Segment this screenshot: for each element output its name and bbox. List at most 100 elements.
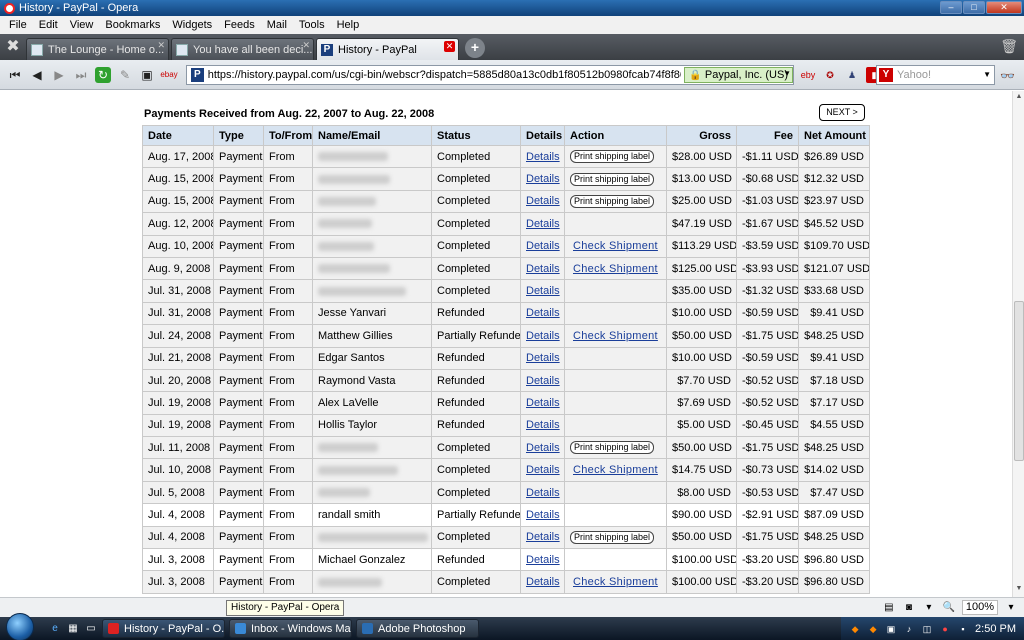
taskbar-item-photoshop[interactable]: Adobe Photoshop — [356, 619, 479, 638]
check-shipment-link[interactable]: Check Shipment — [573, 263, 658, 275]
menu-feeds[interactable]: Feeds — [218, 19, 261, 31]
col-net-amount[interactable]: Net Amount — [798, 125, 870, 146]
close-tab-icon[interactable]: ✕ — [157, 40, 165, 51]
col-tofrom[interactable]: To/From — [263, 125, 313, 146]
menu-edit[interactable]: Edit — [33, 19, 64, 31]
maximize-button[interactable]: □ — [963, 1, 985, 14]
col-name-email[interactable]: Name/Email — [312, 125, 432, 146]
scroll-down-icon[interactable]: ▼ — [1014, 585, 1024, 595]
panel-icon[interactable]: ▤ — [882, 601, 896, 615]
volume-icon[interactable]: ♪ — [903, 623, 915, 635]
tab-paypal-history[interactable]: P History - PayPal ✕ — [316, 38, 459, 60]
details-link[interactable]: Details — [526, 487, 560, 499]
check-shipment-link[interactable]: Check Shipment — [573, 330, 658, 342]
tools-icon[interactable]: ✖ — [0, 34, 26, 60]
details-link[interactable]: Details — [526, 531, 560, 543]
details-link[interactable]: Details — [526, 240, 560, 252]
scrollbar-thumb[interactable] — [1014, 301, 1024, 461]
details-link[interactable]: Details — [526, 285, 560, 297]
details-link[interactable]: Details — [526, 509, 560, 521]
chevron-down-icon[interactable]: ▼ — [983, 70, 991, 79]
details-link[interactable]: Details — [526, 397, 560, 409]
details-link[interactable]: Details — [526, 195, 560, 207]
minimize-button[interactable]: ‒ — [940, 1, 962, 14]
menu-widgets[interactable]: Widgets — [166, 19, 218, 31]
start-button[interactable] — [0, 613, 36, 640]
details-link[interactable]: Details — [526, 218, 560, 230]
chevron-down-icon[interactable]: ▼ — [783, 69, 791, 78]
network-icon[interactable]: ▣ — [885, 623, 897, 635]
close-button[interactable]: ✕ — [986, 1, 1022, 14]
details-link[interactable]: Details — [526, 151, 560, 163]
clock[interactable]: 2:50 PM — [975, 623, 1016, 635]
details-link[interactable]: Details — [526, 419, 560, 431]
tab-lounge[interactable]: The Lounge - Home o... ✕ — [26, 38, 169, 60]
tray-app-icon[interactable]: ▪ — [957, 623, 969, 635]
reload-icon[interactable]: ↻ — [95, 66, 111, 83]
url-text[interactable]: https://history.paypal.com/us/cgi-bin/we… — [208, 69, 682, 81]
chevron-down-icon[interactable]: ▾ — [1004, 601, 1018, 615]
safety-icon[interactable]: ● — [939, 623, 951, 635]
check-shipment-link[interactable]: Check Shipment — [573, 464, 658, 476]
rewind-icon[interactable]: ⏮ — [4, 65, 26, 85]
menu-file[interactable]: File — [3, 19, 33, 31]
col-gross[interactable]: Gross — [666, 125, 737, 146]
check-shipment-link[interactable]: Check Shipment — [573, 576, 658, 588]
details-link[interactable]: Details — [526, 554, 560, 566]
ebay-icon[interactable]: eby — [800, 67, 816, 83]
details-link[interactable]: Details — [526, 173, 560, 185]
taskbar-item-opera[interactable]: History - PayPal - O... — [102, 619, 225, 638]
print-shipping-label-button[interactable]: Print shipping label — [570, 194, 655, 208]
print-shipping-label-button[interactable]: Print shipping label — [570, 172, 655, 186]
menu-help[interactable]: Help — [331, 19, 366, 31]
col-fee[interactable]: Fee — [736, 125, 799, 146]
close-tab-icon[interactable]: ✕ — [444, 41, 455, 52]
close-tab-icon[interactable]: ✕ — [302, 40, 310, 51]
scroll-up-icon[interactable]: ▲ — [1014, 93, 1024, 103]
menu-view[interactable]: View — [64, 19, 100, 31]
tray-app-icon[interactable]: ◆ — [867, 623, 879, 635]
fast-forward-icon[interactable]: ⏭ — [70, 65, 92, 85]
tray-app-icon[interactable]: ◆ — [849, 623, 861, 635]
network-icon[interactable]: ◫ — [921, 623, 933, 635]
details-link[interactable]: Details — [526, 464, 560, 476]
search-input[interactable]: Y Yahoo! ▼ — [876, 65, 995, 85]
security-badge[interactable]: 🔒 Paypal, Inc. (US) — [684, 67, 793, 83]
tab-forum-thread[interactable]: You have all been deci... ✕ — [171, 38, 314, 60]
taskbar-item-windows-mail[interactable]: Inbox - Windows Mail — [229, 619, 352, 638]
menu-mail[interactable]: Mail — [261, 19, 293, 31]
details-link[interactable]: Details — [526, 330, 560, 342]
details-link[interactable]: Details — [526, 375, 560, 387]
trash-icon[interactable]: 🗑 — [1000, 38, 1018, 55]
back-icon[interactable]: ◀ — [26, 65, 48, 85]
zoom-level[interactable]: 100% — [961, 600, 998, 615]
details-link[interactable]: Details — [526, 263, 560, 275]
new-tab-button[interactable]: + — [465, 38, 485, 58]
check-shipment-link[interactable]: Check Shipment — [573, 240, 658, 252]
col-status[interactable]: Status — [431, 125, 521, 146]
chevron-down-icon[interactable]: ▾ — [922, 601, 936, 615]
details-link[interactable]: Details — [526, 576, 560, 588]
bookmark-icon[interactable]: ✪ — [822, 67, 838, 83]
address-field[interactable]: P https://history.paypal.com/us/cgi-bin/… — [186, 65, 794, 85]
show-desktop-icon[interactable]: ▭ — [84, 622, 98, 636]
ebay-icon[interactable]: ebay — [158, 65, 180, 85]
col-date[interactable]: Date — [142, 125, 214, 146]
menu-bookmarks[interactable]: Bookmarks — [99, 19, 166, 31]
ie-icon[interactable]: e — [48, 622, 62, 636]
details-link[interactable]: Details — [526, 442, 560, 454]
next-page-button[interactable]: NEXT > — [819, 104, 865, 121]
camera-icon[interactable]: ◙ — [902, 601, 916, 615]
print-shipping-label-button[interactable]: Print shipping label — [570, 441, 655, 455]
print-shipping-label-button[interactable]: Print shipping label — [570, 530, 655, 544]
edit-icon[interactable]: ✎ — [114, 65, 136, 85]
col-type[interactable]: Type — [213, 125, 264, 146]
details-link[interactable]: Details — [526, 307, 560, 319]
menu-tools[interactable]: Tools — [293, 19, 331, 31]
vertical-scrollbar[interactable]: ▲ ▼ — [1012, 91, 1024, 597]
windows-icon[interactable]: ▦ — [66, 622, 80, 636]
forward-icon[interactable]: ▶ — [48, 65, 70, 85]
feed-icon[interactable]: ♟ — [844, 67, 860, 83]
details-link[interactable]: Details — [526, 352, 560, 364]
screenshot-icon[interactable]: ▣ — [136, 65, 158, 85]
